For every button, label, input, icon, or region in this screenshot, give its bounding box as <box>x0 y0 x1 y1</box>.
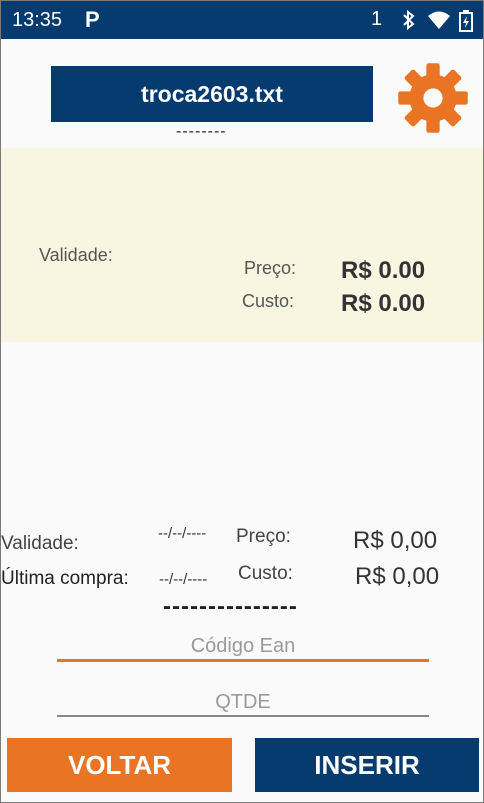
last-validade-label: Validade: <box>1 533 79 554</box>
voltar-button[interactable]: VOLTAR <box>7 738 232 792</box>
last-preco-label: Preço: <box>236 526 291 547</box>
custo-label: Custo: <box>242 291 295 311</box>
ultima-compra-label: Última compra: <box>1 568 129 589</box>
validade-label: Validade: <box>39 245 113 265</box>
app-badge: P <box>85 7 100 32</box>
status-bar: 13:35 P 1 <box>1 1 483 39</box>
last-validade-value: --/--/---- <box>158 525 207 542</box>
ean-input[interactable]: Código Ean <box>57 635 429 662</box>
qtde-input[interactable]: QTDE <box>57 691 429 717</box>
wifi-icon <box>428 11 450 29</box>
status-time: 13:35 <box>12 9 63 31</box>
gear-icon[interactable] <box>396 61 470 135</box>
preco-label: Preço: <box>244 258 297 278</box>
custo-value: R$ 0.00 <box>341 290 426 317</box>
last-custo-value: R$ 0,00 <box>355 563 440 590</box>
last-purchase-description: --------------- <box>163 593 298 620</box>
last-custo-label: Custo: <box>238 563 293 584</box>
battery-icon <box>459 10 473 32</box>
last-preco-value: R$ 0,00 <box>353 527 438 554</box>
bluetooth-icon <box>403 10 415 30</box>
product-description: -------- <box>176 123 227 140</box>
preco-value: R$ 0.00 <box>341 257 426 284</box>
file-name-title[interactable]: troca2603.txt <box>51 66 373 122</box>
sim-indicator: 1 <box>371 8 383 30</box>
product-info-panel: Validade: Preço: R$ 0.00 Custo: R$ 0.00 <box>1 148 483 342</box>
inserir-button[interactable]: INSERIR <box>255 738 479 792</box>
ultima-compra-value: --/--/---- <box>159 571 208 588</box>
